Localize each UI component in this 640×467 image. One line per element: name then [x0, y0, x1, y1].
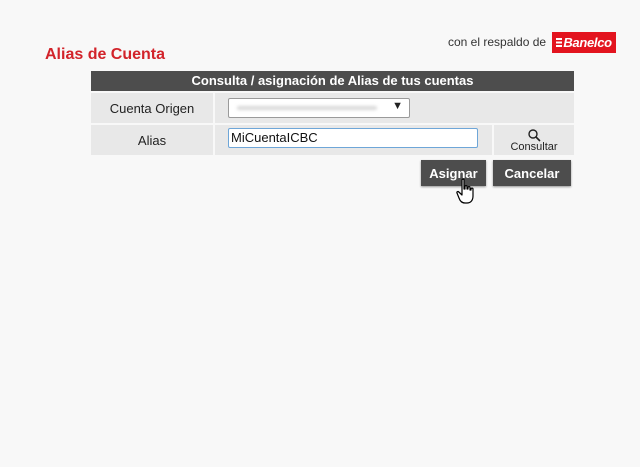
panel-header: Consulta / asignación de Alias de tus cu… — [91, 71, 574, 91]
cancel-button[interactable]: Cancelar — [493, 160, 571, 186]
banelco-logo: Banelco — [552, 31, 617, 53]
page-title: Alias de Cuenta — [45, 46, 166, 63]
alias-input[interactable] — [228, 128, 478, 148]
origin-account-value — [237, 106, 377, 110]
banelco-logo-text: Banelco — [563, 34, 612, 50]
origin-account-row: Cuenta Origen ▼ — [91, 93, 574, 123]
origin-account-label: Cuenta Origen — [91, 93, 213, 123]
consult-button[interactable]: Consultar — [494, 125, 574, 155]
search-icon — [528, 128, 541, 142]
consult-label: Consultar — [510, 140, 558, 153]
alias-cell — [215, 125, 492, 155]
banelco-logo-mark — [556, 37, 563, 47]
origin-account-cell: ▼ — [215, 93, 574, 123]
brand-prefix: con el respaldo de — [448, 35, 547, 49]
origin-account-select[interactable]: ▼ — [228, 98, 410, 118]
brand-badge: con el respaldo de Banelco — [448, 31, 617, 53]
hand-pointer-icon — [456, 178, 474, 204]
dropdown-arrow-icon: ▼ — [392, 100, 403, 112]
alias-label: Alias — [91, 125, 213, 155]
alias-panel: Consulta / asignación de Alias de tus cu… — [91, 71, 574, 155]
alias-row: Alias Consultar — [91, 125, 574, 155]
